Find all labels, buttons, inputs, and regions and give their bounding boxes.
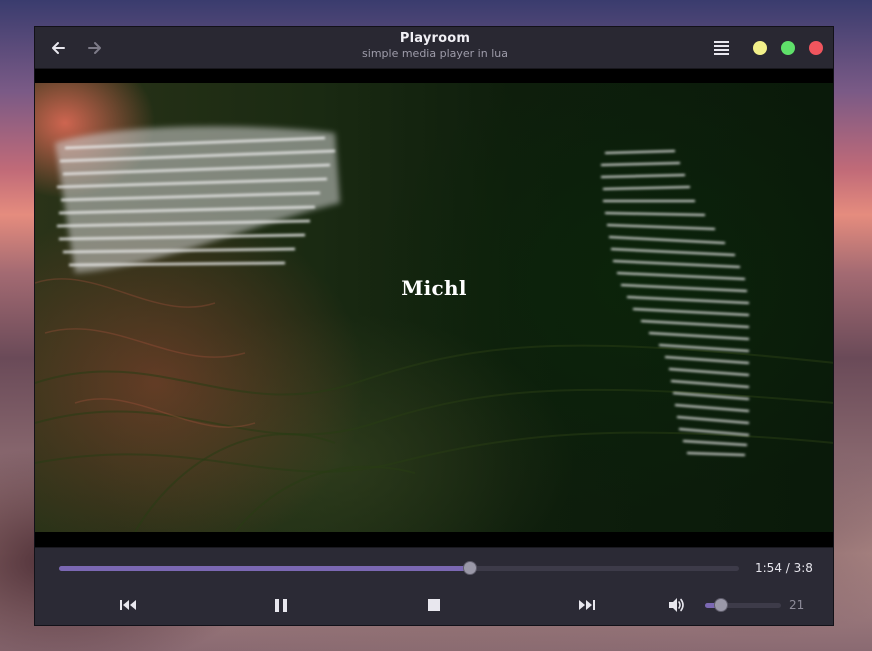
control-bar: 1:54 / 3:8 21 [35, 547, 833, 625]
maximize-button[interactable] [781, 41, 795, 55]
volume-button[interactable] [666, 596, 688, 614]
title-block: Playroom simple media player in lua [255, 31, 615, 61]
player-window: Playroom simple media player in lua Mich… [34, 26, 834, 626]
skip-forward-icon [579, 600, 595, 610]
arrow-left-icon [52, 42, 65, 54]
seek-bar-handle[interactable] [463, 561, 478, 575]
back-button[interactable] [46, 36, 70, 60]
seek-bar[interactable] [59, 561, 739, 575]
menu-button[interactable] [709, 39, 733, 57]
window-title: Playroom [399, 31, 471, 46]
pause-button[interactable] [270, 596, 292, 614]
volume-slider-handle[interactable] [713, 598, 728, 612]
close-button[interactable] [809, 41, 823, 55]
video-overlay-text: Michl [401, 276, 467, 300]
video-frame[interactable]: Michl [35, 83, 833, 532]
stop-icon [428, 599, 440, 611]
hamburger-menu-icon [713, 41, 729, 55]
video-texture [35, 126, 833, 532]
stop-button[interactable] [423, 596, 445, 614]
previous-button[interactable] [117, 596, 139, 614]
next-button[interactable] [576, 596, 598, 614]
video-area[interactable]: Michl [35, 69, 833, 547]
forward-button[interactable] [83, 36, 107, 60]
header-bar: Playroom simple media player in lua [35, 27, 833, 69]
seek-bar-fill [59, 566, 471, 571]
minimize-button[interactable] [753, 41, 767, 55]
volume-value: 21 [789, 598, 805, 612]
window-subtitle: simple media player in lua [362, 47, 508, 60]
arrow-right-icon [88, 42, 101, 54]
skip-back-icon [120, 600, 136, 610]
volume-slider[interactable] [705, 598, 781, 612]
volume-icon [669, 598, 684, 612]
pause-icon [275, 598, 287, 612]
time-display: 1:54 / 3:8 [755, 561, 813, 575]
